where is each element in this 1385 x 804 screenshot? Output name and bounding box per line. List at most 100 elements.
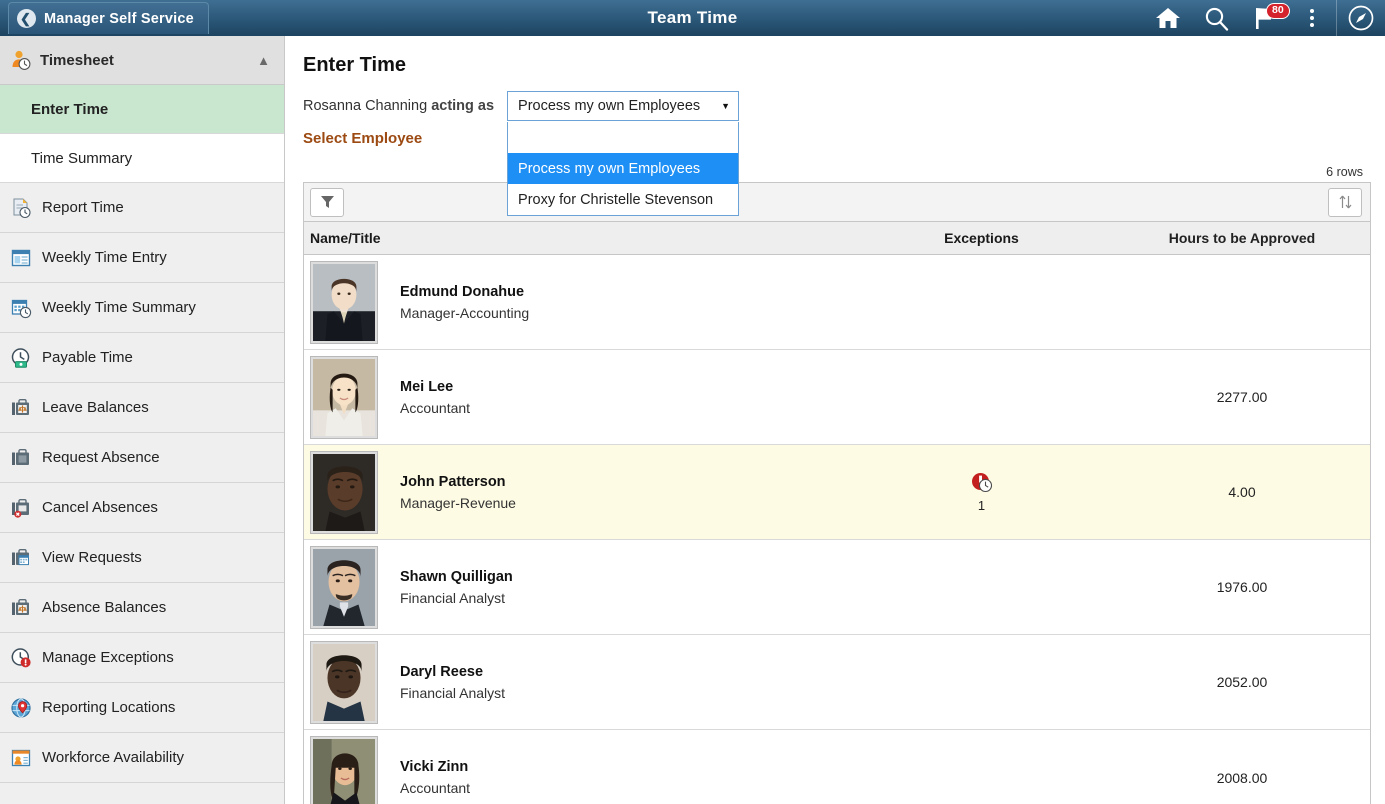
grid-toolbar xyxy=(304,183,1370,222)
sidebar-item-enter-time[interactable]: Enter Time xyxy=(0,85,284,134)
weekly-time-entry-icon xyxy=(10,247,32,269)
sort-updown-icon xyxy=(1338,194,1353,210)
filter-funnel-icon xyxy=(320,194,335,210)
sidebar-item-weekly-time-summary[interactable]: Weekly Time Summary xyxy=(0,283,284,333)
sidebar-item-manage-exceptions[interactable]: Manage Exceptions xyxy=(0,633,284,683)
employee-grid: Name/Title Exceptions Hours to be Approv… xyxy=(303,182,1371,804)
employee-name: Vicki Zinn xyxy=(400,759,470,775)
hours-cell: 1976.00 xyxy=(1114,579,1370,595)
avatar xyxy=(310,641,378,724)
employee-name: Mei Lee xyxy=(400,379,470,395)
sidebar-item-view-requests[interactable]: View Requests xyxy=(0,533,284,583)
table-row[interactable]: Vicki Zinn Accountant 2008.00 xyxy=(304,730,1370,804)
sidebar-item-leave-balances[interactable]: Leave Balances xyxy=(0,383,284,433)
exceptions-cell[interactable]: 1 xyxy=(849,471,1114,513)
employee-info: John Patterson Manager-Revenue xyxy=(400,474,516,511)
sidebar-item-cancel-absences[interactable]: Cancel Absences xyxy=(0,483,284,533)
acting-as-text: Rosanna Channing acting as xyxy=(303,98,494,114)
sidebar-item-request-absence[interactable]: Request Absence xyxy=(0,433,284,483)
payable-time-icon xyxy=(10,347,32,369)
sidebar-item-label: Manage Exceptions xyxy=(42,649,174,666)
table-row[interactable]: Mei Lee Accountant 2277.00 xyxy=(304,350,1370,445)
exception-alert-clock-icon[interactable] xyxy=(969,471,995,495)
employee-title: Manager-Revenue xyxy=(400,495,516,511)
hours-cell: 2277.00 xyxy=(1114,389,1370,405)
back-to-manager-self-service-button[interactable]: ❮ Manager Self Service xyxy=(8,2,209,34)
proxy-select-wrapper: Process my own Employees ▼ Process my ow… xyxy=(507,91,739,121)
three-dot-menu-icon[interactable] xyxy=(1288,0,1336,36)
table-row[interactable]: Edmund Donahue Manager-Accounting xyxy=(304,255,1370,350)
sort-button[interactable] xyxy=(1328,188,1362,217)
sidebar-group-label: Timesheet xyxy=(40,52,257,69)
employee-name: Shawn Quilligan xyxy=(400,569,513,585)
exception-count: 1 xyxy=(978,498,985,513)
avatar xyxy=(310,451,378,534)
chevron-up-icon[interactable]: ▲ xyxy=(257,53,270,68)
employee-name: Daryl Reese xyxy=(400,664,505,680)
acting-as-row: Rosanna Channing acting as Process my ow… xyxy=(303,91,1385,121)
workforce-availability-icon xyxy=(10,747,32,769)
employee-name-cell: John Patterson Manager-Revenue xyxy=(304,451,849,534)
rows-count-label: 6 rows xyxy=(1326,165,1363,179)
sidebar-item-label: Leave Balances xyxy=(42,399,149,416)
person-clock-icon xyxy=(10,49,32,71)
employee-info: Edmund Donahue Manager-Accounting xyxy=(400,284,529,321)
avatar xyxy=(310,261,378,344)
flag-notification-icon[interactable]: 80 xyxy=(1240,0,1288,36)
avatar xyxy=(310,356,378,439)
sidebar-item-time-summary[interactable]: Time Summary xyxy=(0,134,284,183)
sidebar-item-label: Payable Time xyxy=(42,349,133,366)
acting-as-label: acting as xyxy=(431,98,494,114)
sidebar-item-report-time[interactable]: Report Time xyxy=(0,183,284,233)
employee-name-cell: Mei Lee Accountant xyxy=(304,356,849,439)
sidebar-subitem-label: Time Summary xyxy=(31,150,132,167)
chevron-down-icon[interactable]: ▼ xyxy=(721,101,730,111)
sidebar-item-label: Weekly Time Summary xyxy=(42,299,196,316)
leave-balances-icon xyxy=(10,397,32,419)
employee-title: Accountant xyxy=(400,780,470,796)
chevron-left-icon: ❮ xyxy=(17,9,36,28)
current-user-name: Rosanna Channing xyxy=(303,98,427,114)
employee-info: Daryl Reese Financial Analyst xyxy=(400,664,505,701)
filter-button[interactable] xyxy=(310,188,344,217)
employee-title: Manager-Accounting xyxy=(400,305,529,321)
sidebar-item-label: View Requests xyxy=(42,549,142,566)
proxy-option-blank[interactable] xyxy=(508,122,738,153)
header-icon-group: 80 xyxy=(1144,0,1385,36)
sidebar-item-label: Absence Balances xyxy=(42,599,166,616)
employee-name-cell: Edmund Donahue Manager-Accounting xyxy=(304,261,849,344)
sidebar-item-label: Request Absence xyxy=(42,449,160,466)
manage-exceptions-icon xyxy=(10,647,32,669)
left-navigation-sidebar[interactable]: Timesheet ▲ Enter Time Time Summary Repo… xyxy=(0,36,285,804)
employee-info: Vicki Zinn Accountant xyxy=(400,759,470,796)
main-content: Enter Time Rosanna Channing acting as Pr… xyxy=(288,36,1385,804)
proxy-option-process-own[interactable]: Process my own Employees xyxy=(508,153,738,184)
sidebar-item-workforce-availability[interactable]: Workforce Availability xyxy=(0,733,284,783)
sidebar-item-label: Report Time xyxy=(42,199,124,216)
sidebar-item-absence-balances[interactable]: Absence Balances xyxy=(0,583,284,633)
employee-name: John Patterson xyxy=(400,474,516,490)
proxy-select[interactable]: Process my own Employees ▼ xyxy=(507,91,739,121)
sidebar-item-payable-time[interactable]: Payable Time xyxy=(0,333,284,383)
sidebar-item-reporting-locations[interactable]: Reporting Locations xyxy=(0,683,284,733)
navbar-compass-icon[interactable] xyxy=(1337,0,1385,36)
table-row[interactable]: Daryl Reese Financial Analyst 2052.00 xyxy=(304,635,1370,730)
sidebar-item-weekly-time-entry[interactable]: Weekly Time Entry xyxy=(0,233,284,283)
avatar xyxy=(310,546,378,629)
employee-name-cell: Daryl Reese Financial Analyst xyxy=(304,641,849,724)
hours-cell: 2052.00 xyxy=(1114,674,1370,690)
sidebar-item-label: Reporting Locations xyxy=(42,699,175,716)
table-row[interactable]: John Patterson Manager-Revenue 1 4.00 xyxy=(304,445,1370,540)
view-requests-icon xyxy=(10,547,32,569)
sidebar-group-timesheet[interactable]: Timesheet ▲ xyxy=(0,36,284,85)
notification-count-badge: 80 xyxy=(1266,3,1290,19)
employee-title: Accountant xyxy=(400,400,470,416)
search-icon[interactable] xyxy=(1192,0,1240,36)
sidebar-item-label: Workforce Availability xyxy=(42,749,184,766)
sidebar-item-label: Cancel Absences xyxy=(42,499,158,516)
proxy-select-options[interactable]: Process my own Employees Proxy for Chris… xyxy=(507,122,739,216)
home-icon[interactable] xyxy=(1144,0,1192,36)
table-row[interactable]: Shawn Quilligan Financial Analyst 1976.0… xyxy=(304,540,1370,635)
column-header-name-title: Name/Title xyxy=(304,230,849,246)
proxy-option-proxy-christelle[interactable]: Proxy for Christelle Stevenson xyxy=(508,184,738,215)
